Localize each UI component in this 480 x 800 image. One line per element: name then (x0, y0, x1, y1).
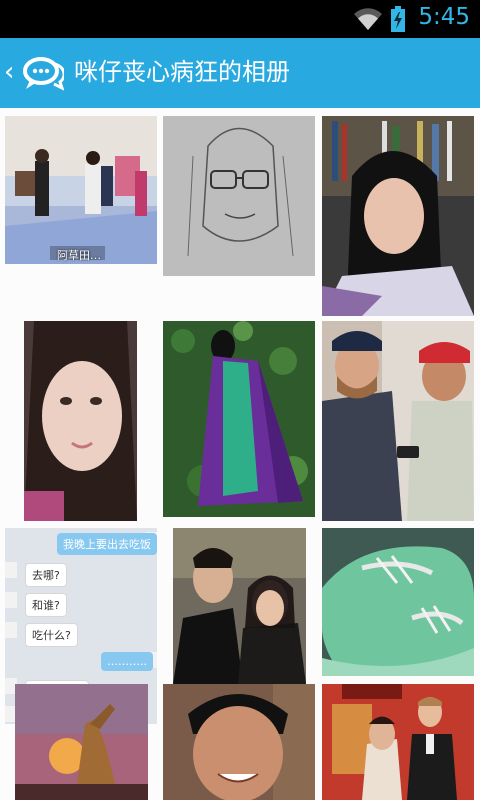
chat-message: 和谁? (25, 593, 67, 617)
photo-green-sneakers[interactable] (322, 528, 474, 676)
photo-closeup-selfie[interactable] (24, 321, 137, 521)
photo-couple-selfie[interactable] (173, 528, 306, 684)
photo-caption: 阿草田… (57, 249, 101, 262)
page-title: 咪仔丧心病狂的相册 (74, 58, 290, 86)
chat-message: 我晚上要出去吃饭 (57, 533, 157, 555)
battery-charging-icon (391, 6, 405, 32)
action-bar: ‹ 咪仔丧心病狂的相册 (0, 38, 480, 108)
photo-bookshelf-selfie[interactable] (322, 116, 474, 316)
back-chevron-icon[interactable]: ‹ (4, 55, 14, 89)
photo-tv-show-dance[interactable]: 阿草田… (5, 116, 157, 264)
clock: 5:45 (418, 4, 470, 30)
photo-wedding-photo[interactable] (322, 684, 474, 800)
photo-purple-cape-ivy[interactable] (163, 321, 315, 517)
photo-sketch-portrait[interactable] (163, 116, 315, 276)
chat-message: 去哪? (25, 563, 67, 587)
wifi-icon (354, 8, 382, 30)
photo-caps-phone-friends[interactable] (322, 321, 474, 521)
chat-message: 吃什么? (25, 623, 78, 647)
status-bar: 5:45 (0, 0, 480, 38)
photo-smiling-man[interactable] (163, 684, 315, 800)
chat-message: ……….. (101, 652, 153, 671)
chat-bubbles-icon[interactable] (22, 54, 64, 92)
photo-giraffe-sunset[interactable] (15, 684, 148, 800)
photo-grid: 阿草田… 我晚上要出去吃饭 去哪? 和谁? 吃什么? ……….. (0, 108, 480, 800)
